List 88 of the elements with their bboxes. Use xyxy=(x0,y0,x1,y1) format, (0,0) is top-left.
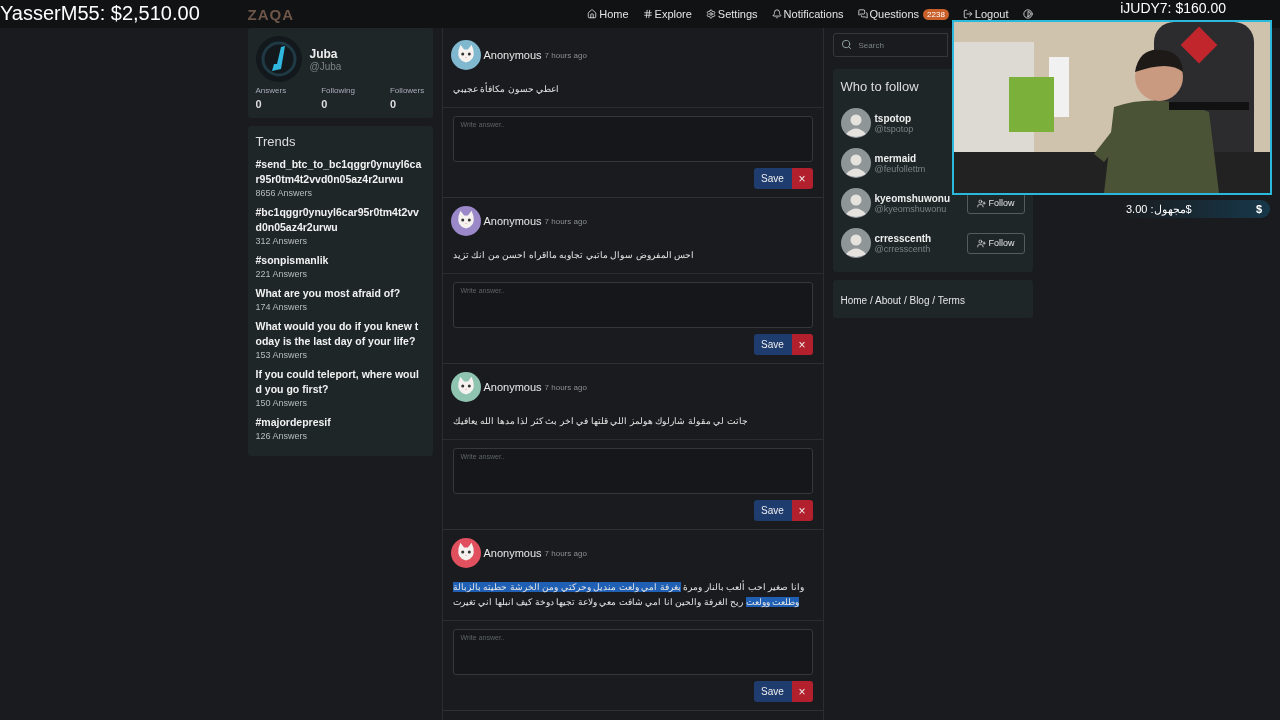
user-name: kyeomshuwonu xyxy=(874,192,951,204)
stat-label: Answers xyxy=(255,86,287,95)
avatar xyxy=(840,228,871,258)
save-button[interactable]: Save xyxy=(753,681,792,702)
author-name: Anonymous xyxy=(483,49,542,61)
answer-count: 8656 Answers xyxy=(255,188,314,198)
user-plus-icon xyxy=(977,198,987,208)
profile-handle: @Juba xyxy=(309,60,342,72)
answer-count: 174 Answers xyxy=(255,302,309,312)
trend-link[interactable]: If you could teleport, where would you go first? xyxy=(255,367,425,397)
trend-link[interactable]: What are you most afraid of? xyxy=(255,286,425,301)
footer-link[interactable]: Home xyxy=(840,295,868,306)
stat-value: 0 xyxy=(321,98,329,110)
author-name: Anonymous xyxy=(483,381,542,393)
separator: / xyxy=(902,295,908,306)
trend-link[interactable]: What would you do if you knew today is the last day of your life? xyxy=(255,319,425,349)
footer-link[interactable]: Blog xyxy=(909,295,930,306)
question-text: وانا صغير احب ألعب بالنار ومرة بغرفة امي ولعت منديل وحركتي ومن الخرشة حطيته بالزبالة وطلعت وولعت ريح الغرفة والحين انا امي شافت معي ولاعة تجيها دوخة كيف انبلها اني تغيرت xyxy=(442,568,823,621)
donation-text: iJUDY7: $160.00 xyxy=(1120,0,1226,16)
user-name: mermaid xyxy=(874,152,918,164)
trend-link[interactable]: #bc1qggr0ynuyl6car95r0tm4t2vvd0n05az4r2urwu xyxy=(255,205,425,235)
trend-link[interactable]: #majordepresif xyxy=(255,415,425,430)
logout-icon xyxy=(962,9,973,19)
stat-label: Followers xyxy=(390,86,425,95)
home-icon xyxy=(587,9,598,19)
trend-link[interactable]: #sonpismanlik xyxy=(255,253,425,268)
post-time: 7 hours ago xyxy=(544,50,587,60)
nav-link[interactable]: Logout xyxy=(962,8,1009,20)
nav-link[interactable]: Notifications xyxy=(771,8,844,20)
logo-avatar-icon xyxy=(255,36,302,82)
cancel-button[interactable]: × xyxy=(791,500,813,521)
stat-label: Following xyxy=(321,86,355,95)
user-handle: @kyeomshuwonu xyxy=(874,203,947,214)
answer-count: 221 Answers xyxy=(255,269,309,279)
card-title: Who to follow xyxy=(840,79,920,94)
card-title: Trends xyxy=(255,134,297,149)
stat-value: 0 xyxy=(255,98,263,110)
footer-link[interactable]: Terms xyxy=(937,295,965,306)
nav-link[interactable]: Settings xyxy=(705,8,758,20)
user-handle: @feufollettm xyxy=(874,163,926,174)
post-time: 7 hours ago xyxy=(544,382,587,392)
chat-icon xyxy=(857,9,868,19)
avatar xyxy=(840,148,871,178)
user-name: crresscenth xyxy=(874,232,932,244)
cancel-button[interactable]: × xyxy=(791,168,813,189)
author-name: Anonymous xyxy=(483,215,542,227)
nav-link[interactable]: Home xyxy=(587,8,629,20)
answer-count: 153 Answers xyxy=(255,350,309,360)
question-text: احس المفروض سوال ماتبي تجاوبه مااقراه احسن من انك تزيد xyxy=(442,236,823,274)
user-handle: @crresscenth xyxy=(874,243,932,254)
separator: / xyxy=(931,295,937,306)
avatar xyxy=(840,188,871,218)
stat-value: 0 xyxy=(390,98,398,110)
avatar xyxy=(840,108,871,138)
answer-count: 312 Answers xyxy=(255,236,309,246)
search-icon xyxy=(840,39,852,50)
user-plus-icon xyxy=(977,238,987,248)
theme-toggle[interactable] xyxy=(1022,9,1033,19)
post-time: 7 hours ago xyxy=(544,216,587,226)
author-name: Anonymous xyxy=(483,547,542,559)
dollar-icon: $ xyxy=(1255,203,1262,215)
nav-link[interactable]: Explore xyxy=(642,8,692,20)
follow-button[interactable]: Follow xyxy=(967,232,1025,254)
trend-link[interactable]: #send_btc_to_bc1qggr0ynuyl6car95r0tm4t2vvd0n05az4r2urwu xyxy=(255,157,425,187)
footer-link[interactable]: About xyxy=(875,295,902,306)
bell-icon xyxy=(771,9,782,19)
hash-icon xyxy=(642,9,653,19)
contrast-icon xyxy=(1022,9,1033,19)
answer-count: 126 Answers xyxy=(255,431,309,441)
profile-name: Juba xyxy=(309,46,339,61)
cancel-button[interactable]: × xyxy=(791,681,813,702)
answer-count: 150 Answers xyxy=(255,398,309,408)
save-button[interactable]: Save xyxy=(753,334,792,355)
cancel-button[interactable]: × xyxy=(791,334,813,355)
search-field[interactable]: Search xyxy=(832,33,948,57)
donation-text: YasserM55: $2,510.00 xyxy=(0,2,200,25)
question-text: جاتت لي مقولة شارلوك هولمز اللي قلتها في اخر بث كثر لذا مدها الله يعافيك xyxy=(442,402,823,440)
settings-icon xyxy=(705,9,716,19)
user-name: tspotop xyxy=(874,112,913,124)
save-button[interactable]: Save xyxy=(753,500,792,521)
post-time: 7 hours ago xyxy=(544,548,587,558)
save-button[interactable]: Save xyxy=(753,168,792,189)
alert-text: مجهول: 3.00$ xyxy=(1126,202,1192,216)
user-handle: @tspotop xyxy=(874,123,914,134)
question-text: اعطي حسون مكافأة عجيبي xyxy=(442,70,823,108)
nav-link[interactable]: Questions 2238 xyxy=(857,8,949,20)
count-badge: 2238 xyxy=(923,8,949,20)
separator: / xyxy=(868,295,874,306)
